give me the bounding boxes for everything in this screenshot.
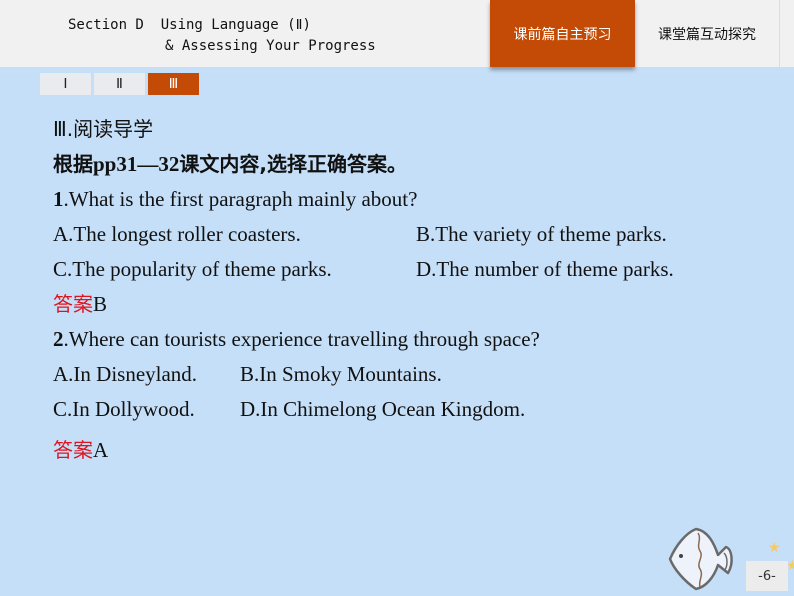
option-b: B.The variety of theme parks. [416,222,667,246]
tab-classroom[interactable]: 课堂篇互动探究 [635,0,779,67]
subtab-3[interactable]: Ⅲ [148,73,199,95]
question-1-options-row2: C.The popularity of theme parks. D.The n… [53,252,674,287]
answer-label: 答案 [53,438,93,462]
tab-divider [779,0,780,67]
section-title: Section D Using Language (Ⅱ) & Assessing … [68,15,376,57]
page-number: -6- [746,561,788,591]
option-a: A.The longest roller coasters. [53,222,301,246]
subsection-tabs: Ⅰ Ⅱ Ⅲ [40,73,199,95]
option-c: C.In Dollywood. [53,397,195,421]
question-2: 2.Where can tourists experience travelli… [53,327,540,351]
option-a: A.In Disneyland. [53,362,198,386]
slide-content: Ⅲ.阅读导学 根据pp31—32课文内容,选择正确答案。 1.What is t… [53,112,674,468]
answer-label: 答案 [53,292,93,316]
tab-preview[interactable]: 课前篇自主预习 [490,0,635,67]
question-2-options-row2: C.In Dollywood. D.In Chimelong Ocean King… [53,392,540,427]
option-d: D.In Chimelong Ocean Kingdom. [240,397,526,421]
star-icon: ★ [768,541,781,556]
subtab-2[interactable]: Ⅱ [94,73,145,95]
option-c: C.The popularity of theme parks. [53,257,332,281]
answer-value: B [93,292,108,316]
option-b: B.In Smoky Mountains. [240,362,442,386]
answer-2: 答案A [53,433,540,468]
answer-value: A [93,438,109,462]
answer-1: 答案B [53,287,540,322]
section-heading: Ⅲ.阅读导学 [53,117,154,141]
header-bar: Section D Using Language (Ⅱ) & Assessing … [0,0,794,67]
fish-icon [668,527,733,591]
question-1: 1.What is the first paragraph mainly abo… [53,187,418,211]
question-1-options-row1: A.The longest roller coasters. B.The var… [53,217,667,252]
subtab-1[interactable]: Ⅰ [40,73,91,95]
section-title-line2: & Assessing Your Progress [165,38,376,54]
instruction: 根据pp31—32课文内容,选择正确答案。 [53,152,407,176]
option-d: D.The number of theme parks. [416,257,674,281]
section-title-line1: Section D Using Language (Ⅱ) [68,17,311,33]
question-2-options-row1: A.In Disneyland. B.In Smoky Mountains. [53,357,540,392]
